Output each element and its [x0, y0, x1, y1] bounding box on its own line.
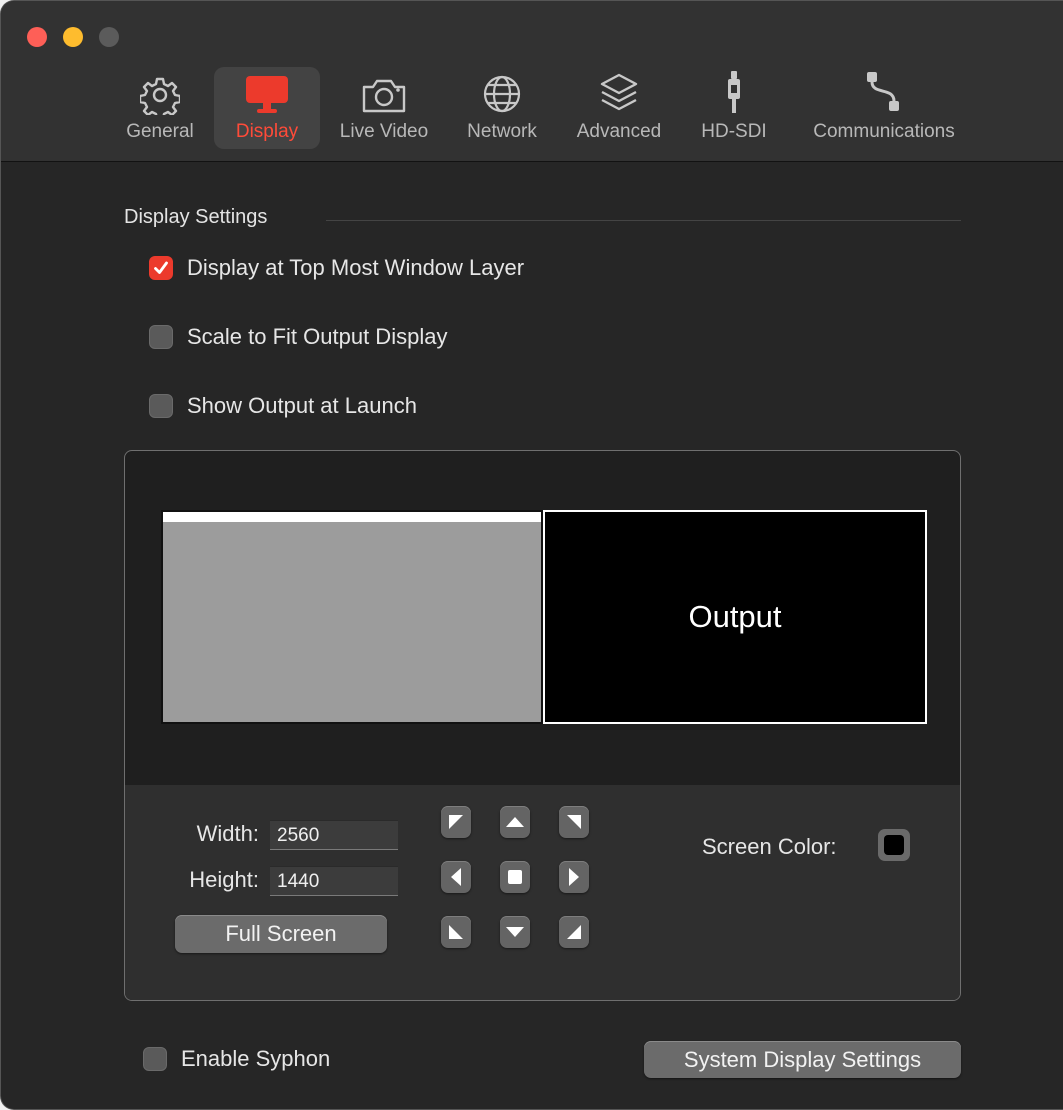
arrow-bottom-right-icon: [567, 925, 581, 939]
zoom-window-button[interactable]: [99, 27, 119, 47]
width-field[interactable]: 2560: [270, 820, 398, 850]
tab-label: Advanced: [576, 121, 662, 142]
layers-icon: [598, 71, 640, 115]
top-most-checkbox[interactable]: [149, 256, 173, 280]
arrow-up-icon: [506, 817, 524, 827]
tab-label: Communications: [813, 121, 955, 142]
arrow-top-right-icon: [567, 815, 581, 829]
align-top-button[interactable]: [500, 806, 530, 838]
menu-bar-indicator: [163, 512, 541, 522]
top-most-checkbox-row[interactable]: Display at Top Most Window Layer: [149, 255, 524, 281]
globe-icon: [481, 71, 523, 115]
tab-communications[interactable]: Communications: [794, 67, 974, 149]
camera-icon: [360, 71, 408, 115]
syphon-checkbox-row[interactable]: Enable Syphon: [143, 1046, 330, 1072]
tab-advanced[interactable]: Advanced: [562, 67, 676, 149]
scale-to-fit-label: Scale to Fit Output Display: [187, 324, 448, 349]
tab-display[interactable]: Display: [214, 67, 320, 149]
arrow-down-icon: [506, 927, 524, 937]
height-label: Height:: [189, 867, 259, 892]
tab-hd-sdi[interactable]: HD-SDI: [689, 67, 779, 149]
toolbar: General Display Live Video Network Advan…: [1, 1, 1063, 162]
gear-icon: [140, 71, 180, 115]
tab-label: General: [126, 121, 194, 142]
preferences-window: General Display Live Video Network Advan…: [0, 0, 1063, 1110]
syphon-checkbox[interactable]: [143, 1047, 167, 1071]
align-right-button[interactable]: [559, 861, 589, 893]
tab-general[interactable]: General: [115, 67, 205, 149]
arrow-top-left-icon: [449, 815, 463, 829]
system-display-settings-button[interactable]: System Display Settings: [644, 1041, 961, 1078]
tab-label: Network: [467, 121, 537, 142]
show-at-launch-checkbox-row[interactable]: Show Output at Launch: [149, 393, 417, 419]
align-top-right-button[interactable]: [559, 806, 589, 838]
height-field[interactable]: 1440: [270, 866, 398, 896]
center-square-icon: [508, 870, 522, 884]
tab-network[interactable]: Network: [452, 67, 552, 149]
scale-to-fit-checkbox[interactable]: [149, 325, 173, 349]
arrow-left-icon: [451, 868, 461, 886]
output-display-thumbnail[interactable]: Output: [543, 510, 927, 724]
close-window-button[interactable]: [27, 27, 47, 47]
show-at-launch-checkbox[interactable]: [149, 394, 173, 418]
screen-color-well[interactable]: [878, 829, 910, 861]
full-screen-button[interactable]: Full Screen: [175, 915, 387, 953]
align-bottom-right-button[interactable]: [559, 916, 589, 948]
show-at-launch-label: Show Output at Launch: [187, 393, 417, 418]
cable-icon: [861, 71, 907, 115]
align-center-button[interactable]: [500, 861, 530, 893]
arrow-bottom-left-icon: [449, 925, 463, 939]
tab-label: Display: [235, 121, 299, 142]
align-top-left-button[interactable]: [441, 806, 471, 838]
align-bottom-left-button[interactable]: [441, 916, 471, 948]
align-left-button[interactable]: [441, 861, 471, 893]
syphon-label: Enable Syphon: [181, 1046, 331, 1071]
top-most-label: Display at Top Most Window Layer: [187, 255, 525, 280]
align-bottom-button[interactable]: [500, 916, 530, 948]
connector-icon: [724, 71, 744, 115]
output-label: Output: [688, 599, 782, 634]
main-display-thumbnail: [161, 510, 543, 724]
checkmark-icon: [154, 261, 168, 274]
display-pane: Display Settings Display at Top Most Win…: [1, 162, 1063, 1109]
tab-live-video[interactable]: Live Video: [326, 67, 442, 149]
minimize-window-button[interactable]: [63, 27, 83, 47]
output-size-controls: Width: 2560 Height: 1440 Full Screen Scr…: [125, 785, 960, 1000]
screen-color-swatch: [884, 835, 904, 855]
section-title: Display Settings: [124, 206, 268, 228]
monitor-icon: [243, 71, 291, 115]
arrow-right-icon: [569, 868, 579, 886]
display-arrangement-box: Output Width: 2560 Height: 1440 Full Scr…: [124, 450, 961, 1001]
section-divider: [326, 220, 961, 221]
tab-label: Live Video: [339, 121, 429, 142]
tab-label: HD-SDI: [701, 121, 767, 142]
screen-color-label: Screen Color:: [702, 834, 837, 859]
scale-to-fit-checkbox-row[interactable]: Scale to Fit Output Display: [149, 324, 447, 350]
width-label: Width:: [196, 821, 259, 846]
